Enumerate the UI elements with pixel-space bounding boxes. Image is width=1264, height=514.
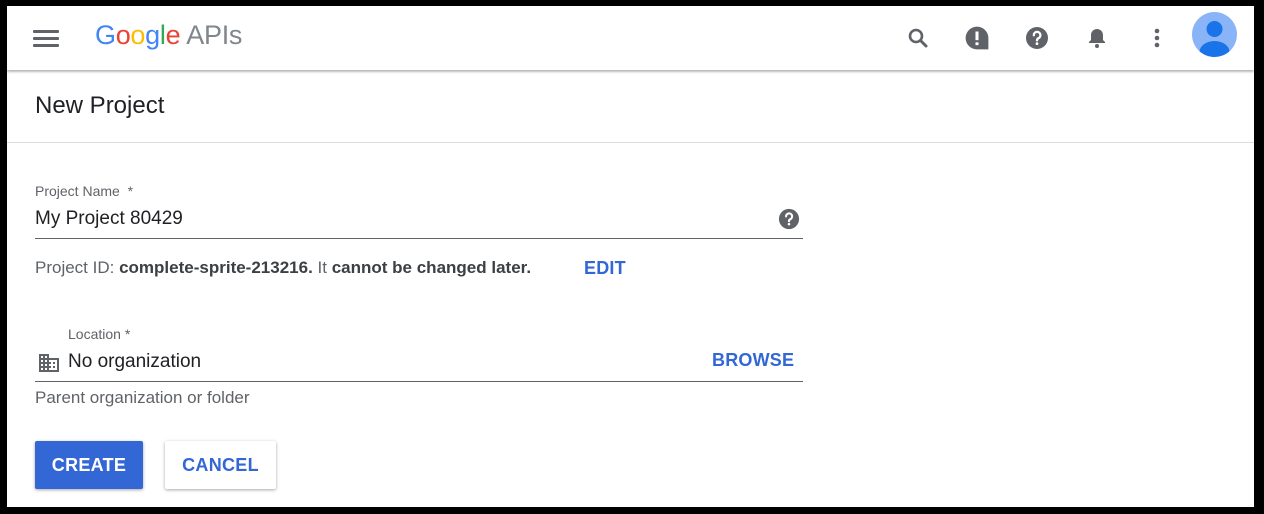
help-icon[interactable]: [1017, 18, 1057, 58]
project-name-help-icon[interactable]: [778, 208, 800, 235]
edit-project-id-button[interactable]: EDIT: [584, 258, 626, 279]
project-id-prefix: Project ID:: [35, 258, 115, 277]
building-icon: [37, 351, 61, 380]
location-hint: Parent organization or folder: [35, 388, 250, 407]
page-header: New Project: [7, 70, 1254, 143]
account-avatar[interactable]: [1192, 12, 1237, 57]
project-id-warning: cannot be changed later.: [331, 258, 532, 277]
location-value: No organization: [68, 351, 202, 372]
project-name-label-text: Project Name: [35, 183, 120, 199]
project-name-input[interactable]: My Project 80429: [35, 204, 803, 239]
page-title: New Project: [35, 92, 165, 119]
menu-icon[interactable]: [27, 22, 59, 54]
logo-google: Google: [95, 17, 181, 53]
more-vert-icon[interactable]: [1137, 18, 1177, 58]
app-window: Google APIs New Project Project Name * My…: [7, 6, 1254, 507]
cancel-button[interactable]: CANCEL: [165, 441, 276, 489]
search-icon[interactable]: [898, 18, 938, 58]
top-app-bar: Google APIs: [7, 6, 1254, 70]
logo-letter: g: [145, 20, 160, 50]
feedback-icon[interactable]: [957, 18, 997, 58]
create-button[interactable]: CREATE: [35, 441, 143, 489]
project-id-value: complete-sprite-213216: [119, 258, 309, 277]
browse-button[interactable]: BROWSE: [712, 350, 794, 371]
logo-letter: o: [130, 20, 146, 50]
project-name-label: Project Name *: [35, 183, 133, 199]
logo-letter: G: [95, 20, 116, 50]
logo-letter: o: [115, 20, 131, 50]
project-name-value: My Project 80429: [35, 208, 183, 229]
google-apis-logo[interactable]: Google APIs: [95, 17, 242, 53]
required-mark: *: [127, 183, 134, 199]
logo-letter: e: [165, 20, 181, 50]
location-field[interactable]: No organization BROWSE: [35, 347, 803, 382]
project-id-info: Project ID: complete-sprite-213216. It c…: [35, 258, 531, 278]
notifications-icon[interactable]: [1077, 18, 1117, 58]
project-id-mid: It: [312, 258, 327, 277]
location-label: Location *: [68, 326, 131, 342]
logo-apis: APIs: [186, 20, 243, 50]
